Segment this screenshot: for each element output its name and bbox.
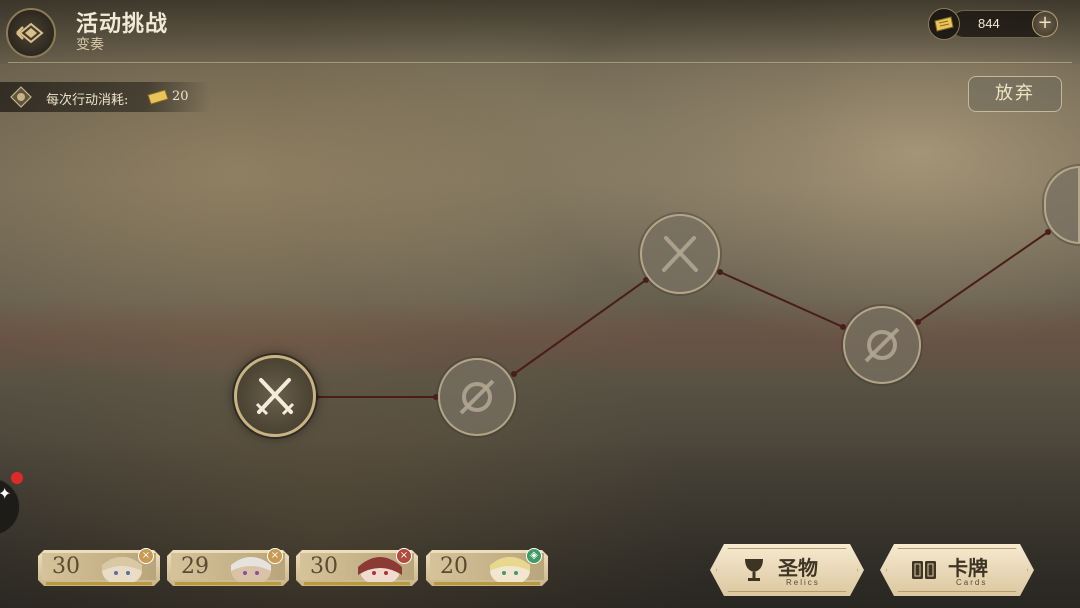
status-badge: ◈ (526, 548, 542, 564)
stage-node-locked[interactable] (438, 358, 516, 436)
locked-swords-icon (662, 236, 698, 272)
stage-node-locked[interactable] (843, 306, 921, 384)
status-badge: × (267, 548, 283, 564)
cards-label: 卡牌 (948, 556, 988, 580)
character-card[interactable]: 29 × (167, 548, 289, 588)
character-card[interactable]: 30 × (38, 548, 160, 588)
character-card[interactable]: 30 × (296, 548, 418, 588)
character-level: 30 (52, 554, 80, 579)
relics-label: 圣物 (778, 556, 818, 580)
status-badge: × (396, 548, 412, 564)
hp-bar (434, 582, 540, 585)
chalice-icon (745, 559, 763, 581)
status-badge: × (138, 548, 154, 564)
hp-bar (304, 582, 410, 585)
cards-sublabel: Cards (956, 578, 988, 587)
crossed-swords-icon (255, 378, 295, 416)
cards-button[interactable]: 卡牌 Cards (880, 544, 1034, 596)
cards-icon (912, 561, 936, 579)
relics-sublabel: Relics (786, 578, 820, 587)
character-level: 29 (181, 554, 209, 579)
stage-map (313, 229, 1051, 400)
sparkle-icon: ✦ (0, 484, 12, 503)
stage-node-locked[interactable] (640, 214, 720, 294)
relics-button[interactable]: 圣物 Relics (710, 544, 864, 596)
locked-battle-icon (864, 327, 900, 363)
stage-node-active[interactable] (234, 355, 316, 437)
hp-bar (175, 582, 281, 585)
character-level: 20 (440, 554, 468, 579)
notification-dot (11, 472, 23, 484)
locked-battle-icon (459, 379, 495, 415)
character-card[interactable]: 20 ◈ (426, 548, 548, 588)
character-level: 30 (310, 554, 338, 579)
hp-bar (46, 582, 152, 585)
